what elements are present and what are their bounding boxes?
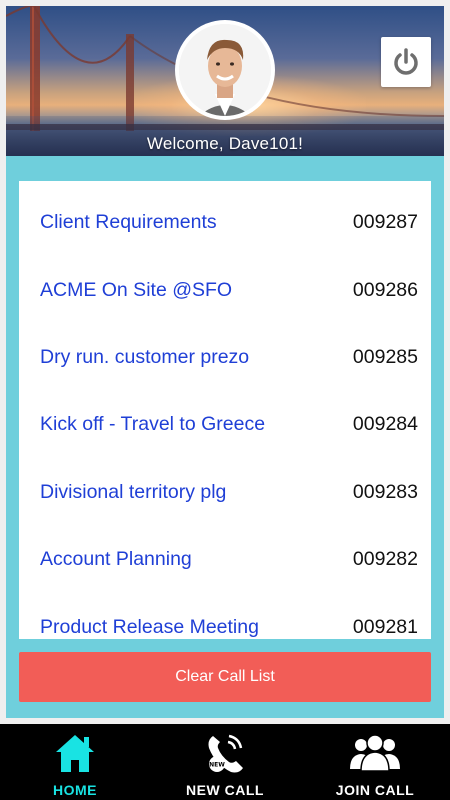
call-id: 009281 bbox=[352, 615, 418, 638]
power-button[interactable] bbox=[381, 37, 431, 87]
nav-join-call[interactable]: JOIN CALL bbox=[300, 724, 450, 800]
new-call-icon: NEW bbox=[208, 734, 243, 773]
avatar-icon bbox=[179, 24, 271, 116]
nav-new-call-label: NEW CALL bbox=[186, 782, 264, 798]
nav-home-label: HOME bbox=[53, 782, 97, 798]
list-item[interactable]: ACME On Site @SFO 009286 bbox=[19, 270, 431, 310]
list-item[interactable]: Dry run. customer prezo 009285 bbox=[19, 337, 431, 377]
list-item[interactable]: Kick off - Travel to Greece 009284 bbox=[19, 404, 431, 444]
call-title[interactable]: Account Planning bbox=[40, 548, 192, 571]
nav-new-call[interactable]: NEW NEW CALL bbox=[150, 724, 300, 800]
call-id: 009283 bbox=[352, 480, 418, 503]
call-title[interactable]: Client Requirements bbox=[40, 211, 217, 234]
call-title[interactable]: Dry run. customer prezo bbox=[40, 346, 249, 369]
nav-join-call-label: JOIN CALL bbox=[335, 782, 415, 798]
list-item[interactable]: Client Requirements 009287 bbox=[19, 202, 431, 242]
list-item[interactable]: Product Release Meeting 009281 bbox=[19, 607, 431, 639]
call-title[interactable]: Product Release Meeting bbox=[40, 616, 259, 639]
home-icon bbox=[56, 735, 94, 772]
clear-call-list-button[interactable]: Clear Call List bbox=[19, 652, 431, 702]
svg-text:NEW: NEW bbox=[209, 762, 225, 769]
join-call-icon bbox=[350, 734, 400, 772]
power-icon bbox=[394, 48, 418, 75]
bottom-nav: HOME NEW NEW CALL JOIN CALL bbox=[0, 724, 450, 800]
call-title[interactable]: Kick off - Travel to Greece bbox=[40, 413, 265, 436]
call-id: 009282 bbox=[352, 547, 418, 570]
list-item[interactable]: Account Planning 009282 bbox=[19, 539, 431, 579]
call-id: 009284 bbox=[352, 412, 418, 435]
list-item[interactable]: Divisional territory plg 009283 bbox=[19, 472, 431, 512]
call-id: 009285 bbox=[352, 345, 418, 368]
call-id: 009286 bbox=[352, 278, 418, 301]
nav-home[interactable]: HOME bbox=[0, 724, 150, 800]
call-list: Client Requirements 009287 ACME On Site … bbox=[19, 181, 431, 639]
call-title[interactable]: Divisional territory plg bbox=[40, 481, 226, 504]
call-title[interactable]: ACME On Site @SFO bbox=[40, 279, 232, 302]
call-id: 009287 bbox=[352, 210, 418, 233]
welcome-text: Welcome, Dave101! bbox=[146, 134, 304, 153]
user-avatar[interactable] bbox=[175, 20, 275, 120]
